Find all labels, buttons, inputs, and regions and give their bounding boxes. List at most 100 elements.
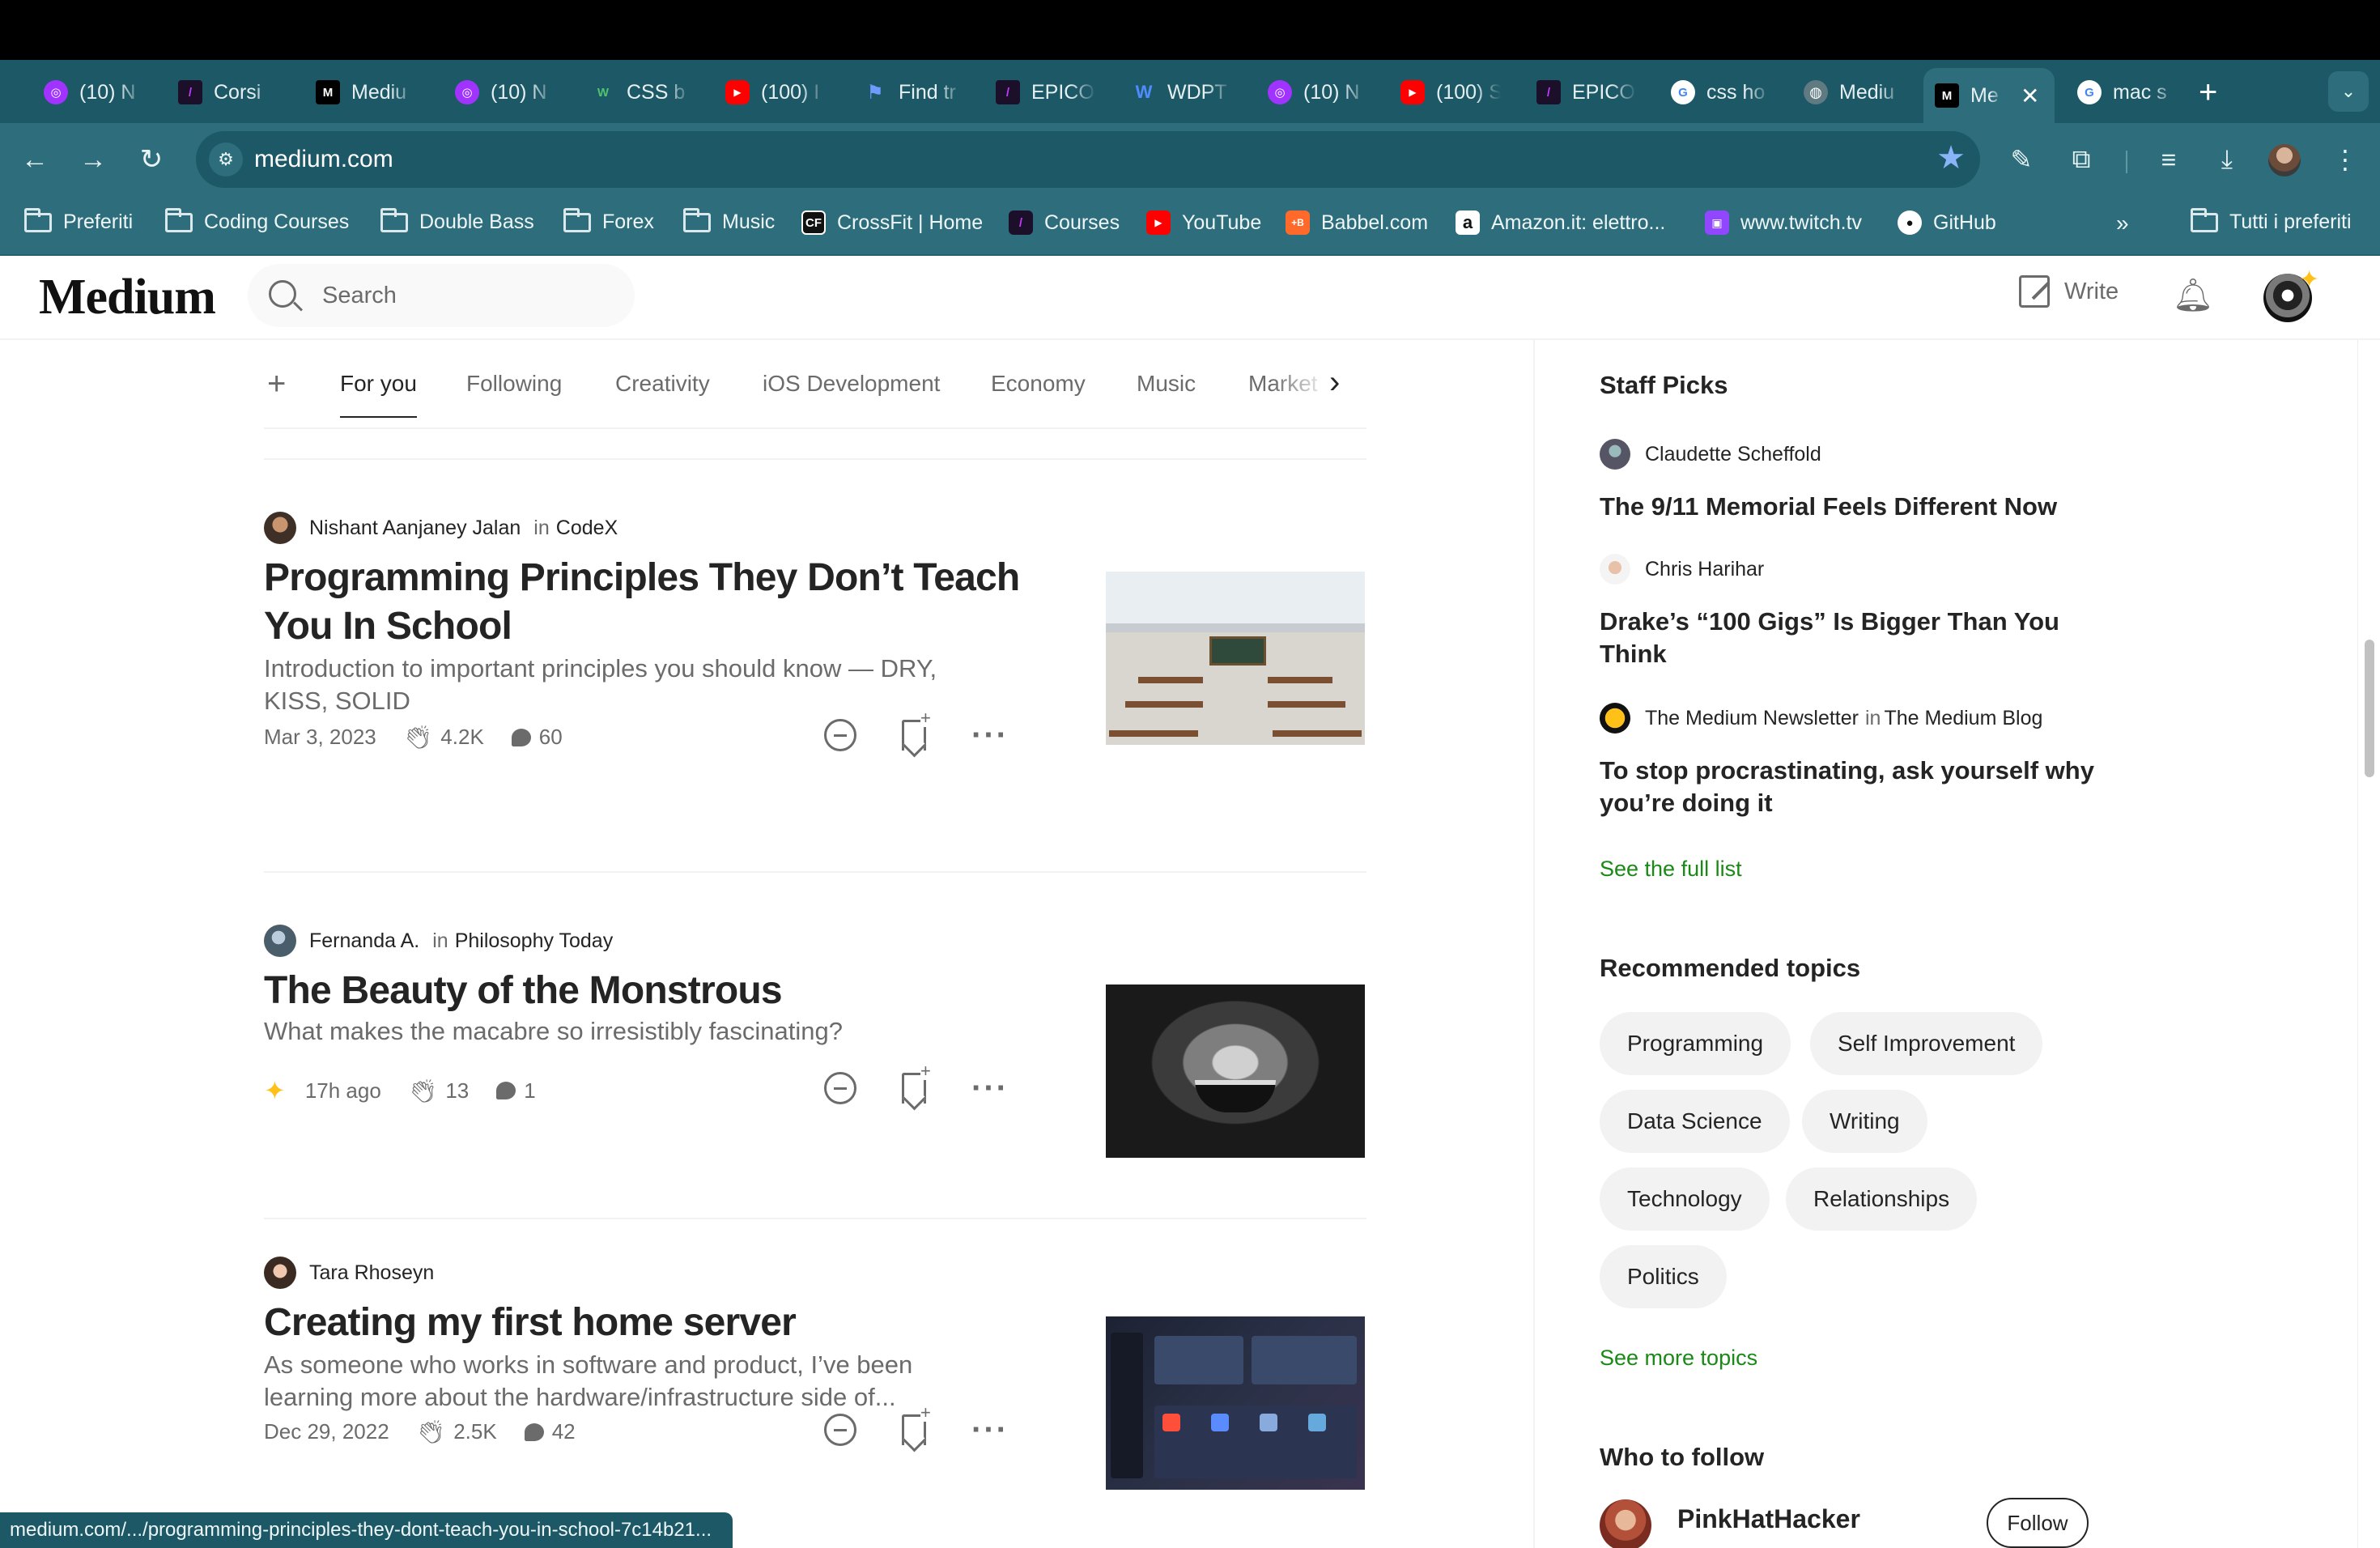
browser-tab[interactable]: / EPICO bbox=[1525, 71, 1647, 113]
browser-tab[interactable]: ◎ (10) N bbox=[32, 71, 146, 113]
browser-tab-active[interactable]: M Me ✕ bbox=[1923, 68, 2055, 123]
tab-economy[interactable]: Economy bbox=[991, 371, 1086, 397]
browser-tab[interactable]: ⚑ Find tr bbox=[852, 71, 973, 113]
bookmark-folder-all[interactable]: Tutti i preferiti bbox=[2191, 207, 2352, 234]
tabs-scroll-right-chevron-icon[interactable]: › bbox=[1329, 364, 1340, 401]
media-queue-icon[interactable]: ≡ bbox=[2152, 142, 2186, 176]
author-name[interactable]: The Medium Newsletter bbox=[1645, 707, 1859, 730]
author-name[interactable]: Fernanda A. bbox=[309, 929, 419, 953]
topic-chip[interactable]: Relationships bbox=[1786, 1167, 1978, 1231]
back-arrow-icon[interactable]: ← bbox=[16, 141, 53, 178]
search-input[interactable] bbox=[322, 279, 614, 313]
article-subtitle[interactable]: Introduction to important principles you… bbox=[264, 653, 976, 717]
article-thumbnail[interactable] bbox=[1106, 572, 1365, 745]
bookmark-star-icon[interactable]: ★ bbox=[1936, 139, 1966, 176]
bookmark-folder[interactable]: Preferiti bbox=[24, 207, 133, 234]
topic-chip[interactable]: Politics bbox=[1600, 1245, 1727, 1308]
pick-author-row[interactable]: Chris Harihar bbox=[1600, 554, 1764, 585]
bookmark-github[interactable]: ● GitHub bbox=[1898, 211, 1996, 235]
medium-logo[interactable]: Medium bbox=[39, 269, 216, 326]
publication-name[interactable]: The Medium Blog bbox=[1884, 707, 2042, 730]
bookmark-add-icon[interactable] bbox=[902, 1062, 931, 1104]
add-topic-plus-icon[interactable]: + bbox=[267, 366, 286, 402]
notifications-bell-icon[interactable]: 🔔︎ bbox=[2173, 275, 2214, 314]
article-subtitle[interactable]: What makes the macabre so irresistibly f… bbox=[264, 1015, 976, 1048]
url-text[interactable]: medium.com bbox=[254, 146, 393, 173]
article-title[interactable]: Programming Principles They Don’t Teach … bbox=[264, 554, 1025, 651]
address-bar[interactable]: ⚙ medium.com ★ bbox=[196, 131, 1980, 188]
browser-tab[interactable]: ▶ (100) I bbox=[714, 71, 835, 113]
eyedropper-icon[interactable]: ✎ bbox=[2004, 142, 2038, 176]
publication-name[interactable]: CodeX bbox=[556, 517, 618, 540]
more-options-icon[interactable]: ··· bbox=[971, 719, 1009, 751]
bookmark-twitch[interactable]: ▣ www.twitch.tv bbox=[1705, 211, 1862, 235]
author-name[interactable]: Chris Harihar bbox=[1645, 558, 1764, 581]
bookmark-folder[interactable]: Double Bass bbox=[380, 207, 534, 234]
browser-tab[interactable]: W CSS b bbox=[580, 71, 701, 113]
browser-tab[interactable]: M Mediu bbox=[304, 71, 426, 113]
pick-title[interactable]: Drake’s “100 Gigs” Is Bigger Than You Th… bbox=[1600, 606, 2118, 670]
author-name[interactable]: Nishant Aanjaney Jalan bbox=[309, 517, 521, 540]
bookmark-crossfit[interactable]: CF CrossFit | Home bbox=[801, 211, 983, 235]
kebab-menu-icon[interactable]: ⋮ bbox=[2328, 142, 2362, 176]
pick-author-row[interactable]: Claudette Scheffold bbox=[1600, 439, 1821, 470]
tab-search-chevron-icon[interactable]: ⌄ bbox=[2328, 71, 2369, 112]
download-icon[interactable]: ⤓ bbox=[2210, 142, 2244, 176]
author-avatar[interactable] bbox=[1600, 554, 1630, 585]
topic-chip[interactable]: Self Improvement bbox=[1810, 1012, 2043, 1075]
tab-following[interactable]: Following bbox=[466, 371, 562, 397]
publication-name[interactable]: Philosophy Today bbox=[455, 929, 614, 953]
article-subtitle[interactable]: As someone who works in software and pro… bbox=[264, 1349, 960, 1414]
more-options-icon[interactable]: ··· bbox=[971, 1414, 1009, 1446]
tab-for-you[interactable]: For you bbox=[340, 371, 417, 418]
topic-chip[interactable]: Programming bbox=[1600, 1012, 1791, 1075]
search-box[interactable] bbox=[248, 264, 635, 327]
bookmark-youtube[interactable]: ▶ YouTube bbox=[1146, 211, 1261, 235]
author-avatar[interactable] bbox=[264, 1257, 296, 1289]
browser-tab[interactable]: Gcss ho bbox=[1660, 71, 1781, 113]
bookmark-add-icon[interactable] bbox=[902, 1404, 931, 1445]
tab-market[interactable]: Market bbox=[1248, 371, 1329, 397]
topic-chip[interactable]: Writing bbox=[1802, 1090, 1927, 1153]
see-full-list-link[interactable]: See the full list bbox=[1600, 857, 1742, 882]
browser-tab[interactable]: ▶ (100) S bbox=[1389, 71, 1511, 113]
reload-icon[interactable]: ↻ bbox=[133, 141, 170, 178]
follow-button[interactable]: Follow bbox=[1987, 1498, 2089, 1548]
bookmark-courses[interactable]: / Courses bbox=[1009, 211, 1120, 235]
more-options-icon[interactable]: ··· bbox=[971, 1072, 1009, 1104]
see-more-topics-link[interactable]: See more topics bbox=[1600, 1346, 1757, 1371]
browser-tab[interactable]: / EPICO bbox=[984, 71, 1106, 113]
pick-title[interactable]: To stop procrastinating, ask yourself wh… bbox=[1600, 755, 2134, 819]
tab-ios-development[interactable]: iOS Development bbox=[763, 371, 940, 397]
topic-chip[interactable]: Technology bbox=[1600, 1167, 1770, 1231]
author-avatar[interactable] bbox=[264, 925, 296, 957]
author-name[interactable]: Tara Rhoseyn bbox=[309, 1261, 434, 1285]
browser-tab[interactable]: W WDPT bbox=[1120, 71, 1242, 113]
author-avatar[interactable] bbox=[1600, 439, 1630, 470]
medium-newsletter-icon[interactable] bbox=[1600, 703, 1630, 734]
bookmark-babbel[interactable]: +B Babbel.com bbox=[1286, 211, 1428, 235]
scrollbar-thumb[interactable] bbox=[2365, 640, 2374, 777]
page-scrollbar[interactable] bbox=[2357, 340, 2380, 1548]
article-thumbnail[interactable] bbox=[1106, 985, 1365, 1158]
bookmark-folder[interactable]: Music bbox=[683, 207, 775, 234]
bookmark-folder[interactable]: Forex bbox=[563, 207, 654, 234]
bookmark-amazon[interactable]: a Amazon.it: elettro... bbox=[1456, 211, 1665, 235]
show-less-icon[interactable] bbox=[824, 1414, 856, 1446]
new-tab-button[interactable]: + bbox=[2199, 74, 2217, 111]
author-avatar[interactable] bbox=[264, 512, 296, 544]
browser-tab[interactable]: Gmac s bbox=[2066, 71, 2187, 113]
show-less-icon[interactable] bbox=[824, 1072, 856, 1104]
bookmarks-overflow-chevron-icon[interactable]: » bbox=[2116, 211, 2129, 236]
bookmark-add-icon[interactable] bbox=[902, 709, 931, 751]
follow-suggestion-avatar[interactable] bbox=[1600, 1499, 1651, 1548]
bookmark-folder[interactable]: Coding Courses bbox=[165, 207, 349, 234]
article-thumbnail[interactable] bbox=[1106, 1316, 1365, 1490]
site-settings-icon[interactable]: ⚙ bbox=[209, 142, 243, 176]
follow-suggestion-name[interactable]: PinkHatHacker bbox=[1677, 1504, 1860, 1534]
extensions-puzzle-icon[interactable]: ⧉ bbox=[2064, 142, 2098, 176]
browser-tab[interactable]: ◎ (10) N bbox=[444, 71, 565, 113]
forward-arrow-icon[interactable]: → bbox=[74, 141, 112, 178]
write-button[interactable]: Write bbox=[2019, 275, 2119, 308]
browser-tab[interactable]: ◎ (10) N bbox=[1256, 71, 1378, 113]
